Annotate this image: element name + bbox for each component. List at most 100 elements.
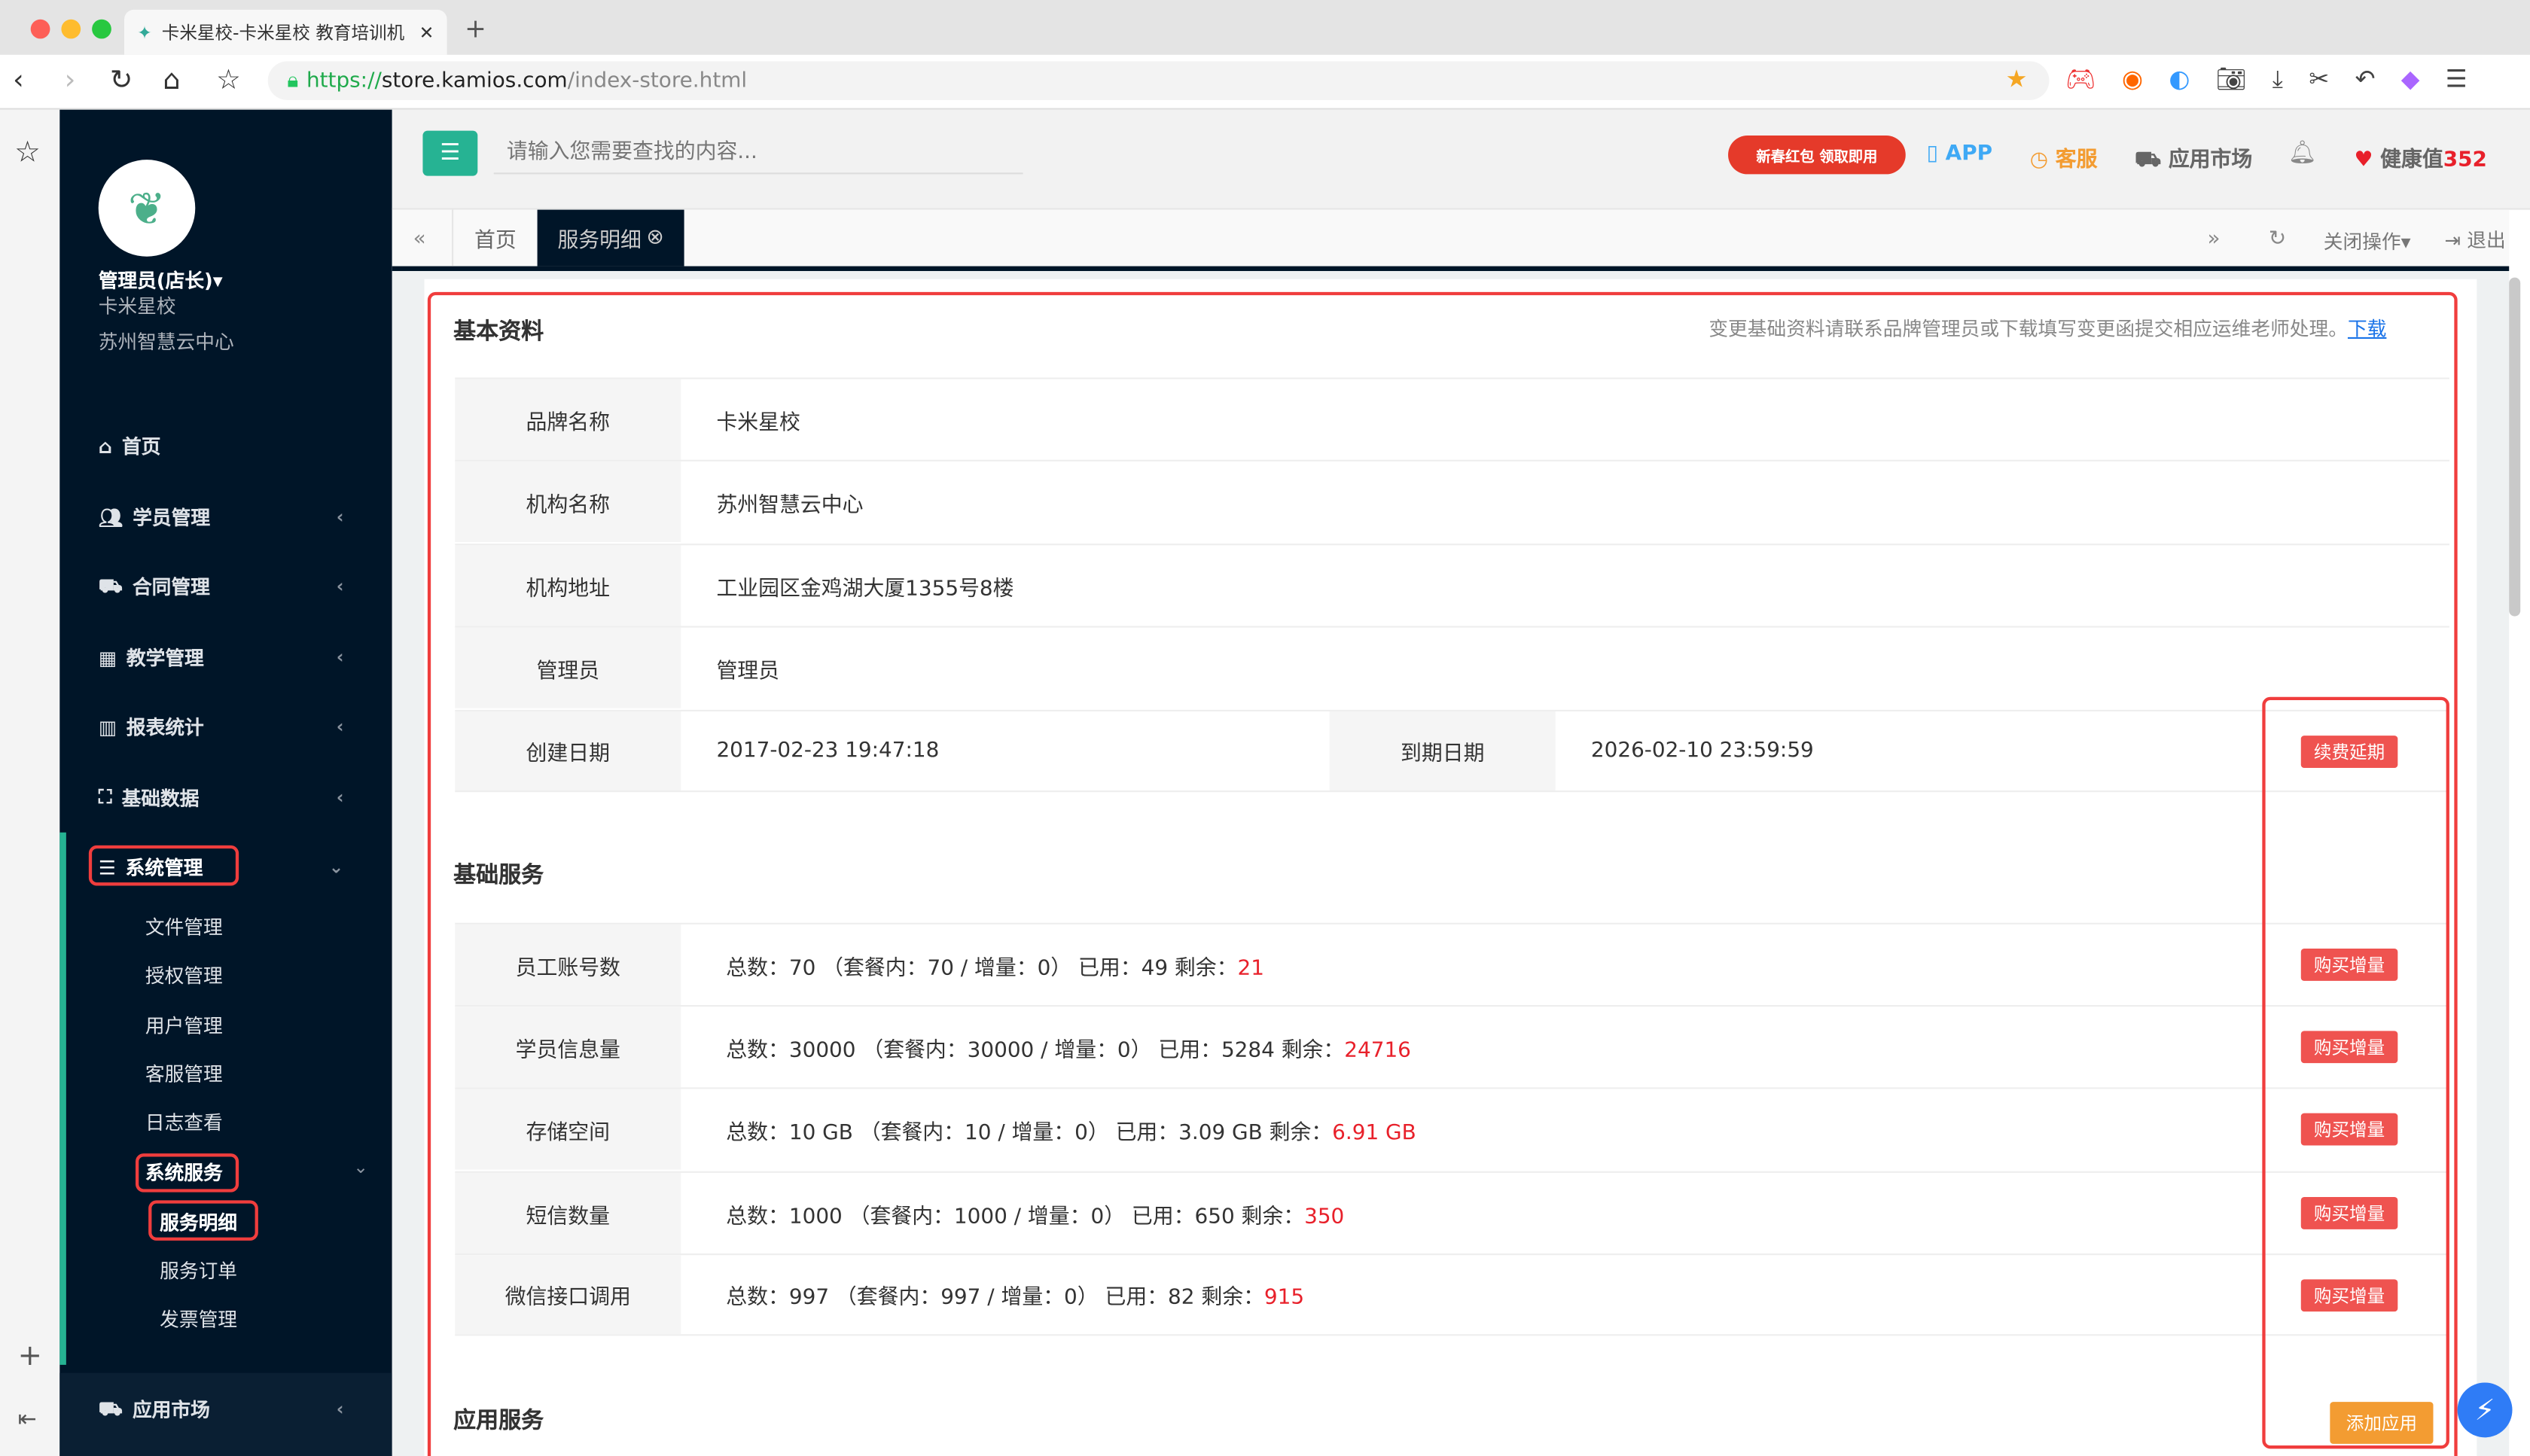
scissors-icon[interactable]: ✂ [2309, 65, 2329, 94]
bookmark-star-icon[interactable]: ☆ [216, 65, 241, 97]
new-tab-button[interactable]: + [465, 13, 486, 44]
table-row: 机构地址 工业园区金鸡湖大厦1355号8楼 [455, 544, 2449, 626]
add-icon[interactable]: + [18, 1339, 42, 1373]
logo-avatar: ❦ [98, 160, 196, 257]
chevron-down-icon: ⌄ [328, 856, 344, 878]
back-icon[interactable]: ‹ [13, 65, 24, 97]
notice-text: 变更基础资料请联系品牌管理员或下载填写变更函提交相应运维老师处理。下载 [1709, 318, 2387, 341]
refresh-icon[interactable]: ↻ [2269, 227, 2286, 251]
user-menu[interactable]: 管理员(店长)▾ [99, 267, 223, 294]
cart-icon: ⛟ [2135, 148, 2162, 173]
tab-bar [392, 209, 2510, 272]
app-sidebar: ❦ 管理员(店长)▾ 卡米星校 苏州智慧云中心 ⌂ 首页 👥︎ 学员管理 ‹ ⛟ 合同管… [59, 109, 392, 1456]
sidebar-item-logs[interactable]: 日志查看 [145, 1108, 223, 1135]
close-tab-icon[interactable]: ⊗ [646, 226, 663, 250]
maximize-window-button[interactable] [92, 19, 111, 39]
sidebar-item-service-orders[interactable]: 服务订单 [160, 1256, 237, 1284]
translate-icon[interactable]: ◐ [2169, 65, 2190, 94]
sidebar-item-students[interactable]: 👥︎ 学员管理 ‹ [99, 504, 373, 531]
collapse-sidebar-icon[interactable]: ⇤ [18, 1407, 37, 1433]
sidebar-item-files[interactable]: 文件管理 [145, 913, 223, 940]
users-icon: 👥︎ [98, 505, 123, 528]
annotation-box [88, 845, 239, 886]
mobile-icon: ▯ [1926, 142, 1938, 166]
chevron-left-icon: ‹ [336, 1398, 344, 1420]
forward-icon[interactable]: › [65, 65, 76, 97]
bar-chart-icon: ▥ [98, 715, 117, 739]
browser-sidebar [0, 109, 60, 1456]
url-input[interactable]: 🔒︎ https://store.kamios.com/index-store.h… [267, 61, 2050, 100]
sidebar-item-users[interactable]: 用户管理 [145, 1012, 223, 1039]
brand-name: 卡米星校 [98, 295, 176, 318]
search-input[interactable] [493, 132, 1023, 175]
chevron-down-icon: ⌄ [353, 1156, 369, 1178]
home-browser-icon[interactable]: ⌂ [163, 65, 180, 97]
annotation-box [148, 1200, 258, 1241]
sidebar-item-home[interactable]: ⌂ 首页 [99, 432, 161, 459]
download-icon[interactable]: ⤓ [2272, 65, 2283, 94]
table-row: 学员信息量 总数：30000 （套餐内：30000 / 增量：0） 已用：5284… [455, 1005, 2449, 1088]
scroll-right-icon[interactable]: » [2207, 227, 2220, 251]
chevron-left-icon: ‹ [336, 506, 344, 528]
section-title-services: 基础服务 [453, 863, 544, 889]
table-row: 机构名称 苏州智慧云中心 [455, 459, 2449, 543]
minimize-window-button[interactable] [61, 19, 81, 39]
extension-icon[interactable]: ◉ [2122, 65, 2143, 94]
ai-icon[interactable]: ◆ [2401, 65, 2420, 94]
cart-icon: ⛟ [98, 1396, 123, 1419]
scroll-left-icon[interactable]: « [413, 227, 426, 251]
favorites-icon[interactable]: ☆ [14, 136, 41, 169]
sidebar-item-service[interactable]: 客服管理 [145, 1060, 223, 1087]
game-extension-icon[interactable]: 🎮︎ [2065, 65, 2096, 94]
chevron-left-icon: ‹ [336, 647, 344, 669]
close-operations-dropdown[interactable]: 关闭操作▾ [2324, 227, 2411, 254]
lightning-float-icon[interactable]: ⚡︎ [2457, 1382, 2513, 1438]
table-row: 品牌名称 卡米星校 [455, 377, 2449, 460]
sidebar-item-appstore[interactable]: ⛟ 应用市场 ‹ [99, 1396, 373, 1423]
close-window-button[interactable] [30, 19, 50, 39]
sidebar-item-auth[interactable]: 授权管理 [145, 961, 223, 988]
lock-icon: 🔒︎ [287, 69, 299, 93]
service-link[interactable]: ◷ 客服 [2029, 142, 2098, 173]
annotation-box [2262, 696, 2449, 1449]
bell-icon[interactable]: 🔔︎ [2288, 140, 2317, 166]
heartbeat-icon: ♥ [2354, 148, 2373, 173]
download-link[interactable]: 下载 [2348, 318, 2386, 340]
table-row: 微信接口调用 总数：997 （套餐内：997 / 增量：0） 已用：82 剩余：9… [455, 1253, 2449, 1336]
market-link[interactable]: ⛟ 应用市场 [2135, 142, 2252, 176]
table-row: 管理员 管理员 [455, 626, 2449, 708]
close-tab-icon[interactable]: ✕ [419, 22, 434, 43]
active-indicator [59, 832, 66, 1365]
sign-out-icon: ⇥ [2444, 229, 2461, 252]
section-title-apps: 应用服务 [453, 1408, 544, 1435]
undo-icon[interactable]: ↶ [2355, 65, 2376, 94]
sidebar-item-reports[interactable]: ▥ 报表统计 ‹ [99, 713, 373, 740]
health-link[interactable]: ♥ 健康值352 [2354, 142, 2486, 173]
tab-service-detail[interactable]: 服务明细 ⊗ [537, 209, 684, 267]
menu-toggle-button[interactable]: ☰ [422, 130, 478, 176]
sidebar-item-contracts[interactable]: ⛟ 合同管理 ‹ [99, 573, 373, 600]
section-title-basic: 基本资料 [453, 319, 544, 346]
sidebar-item-teaching[interactable]: ▦ 教学管理 ‹ [99, 644, 373, 671]
scrollbar[interactable] [2509, 277, 2521, 617]
home-icon: ⌂ [98, 434, 113, 458]
annotation-box [136, 1153, 239, 1193]
sidebar-item-invoices[interactable]: 发票管理 [160, 1305, 237, 1333]
sitemap-icon: ⛶ [98, 785, 112, 809]
menu-icon[interactable]: ☰ [2446, 65, 2468, 94]
org-name: 苏州智慧云中心 [98, 330, 234, 354]
clock-icon: ◷ [2029, 148, 2049, 173]
sidebar-item-basedata[interactable]: ⛶ 基础数据 ‹ [99, 784, 373, 811]
promo-banner[interactable]: 新春红包 领取即用 [1728, 136, 1906, 175]
app-link[interactable]: ▯ APP [1927, 142, 1992, 166]
camera-icon[interactable]: 📷︎ [2216, 65, 2247, 94]
starred-icon[interactable]: ★ [2006, 65, 2028, 94]
chevron-left-icon: ‹ [336, 787, 344, 809]
logout-button[interactable]: ⇥ 退出 [2444, 226, 2505, 253]
table-row: 存储空间 总数：10 GB （套餐内：10 / 增量：0） 已用：3.09 GB … [455, 1087, 2449, 1170]
reload-icon[interactable]: ↻ [110, 65, 133, 97]
tab-home[interactable]: 首页 [452, 209, 538, 267]
extensions-toolbar: 🎮︎ ◉ ◐ 📷︎ ⤓ ✂ ↶ ◆ ☰ [2065, 65, 2468, 94]
chevron-left-icon: ‹ [336, 716, 344, 738]
browser-tab[interactable]: ✦ 卡米星校-卡米星校 教育培训机 ✕ [124, 9, 447, 55]
